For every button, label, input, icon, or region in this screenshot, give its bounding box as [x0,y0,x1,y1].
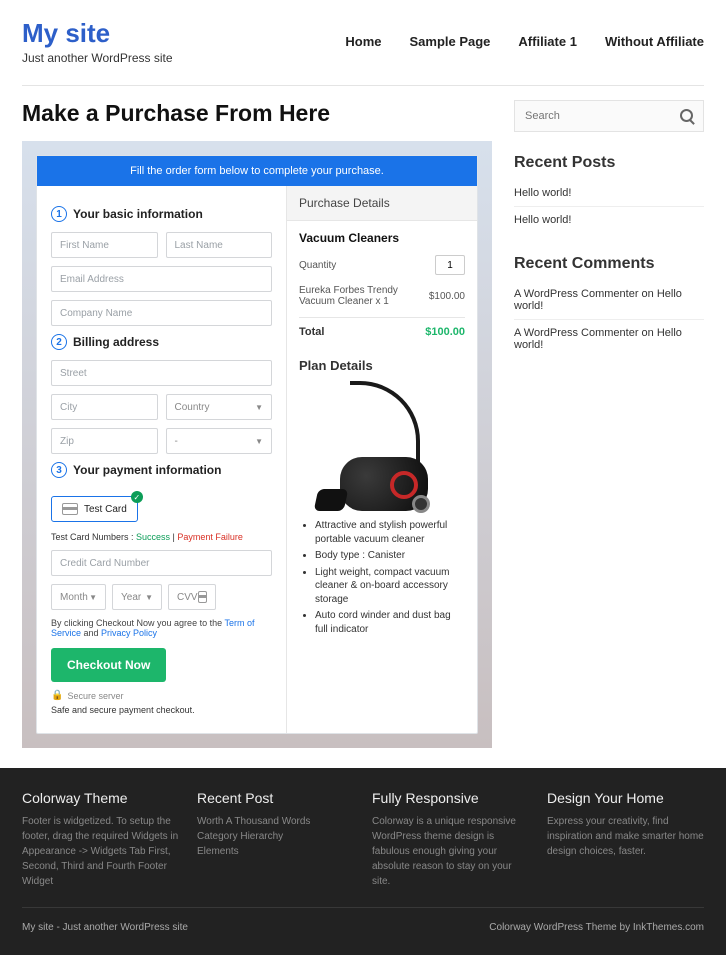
main-nav: Home Sample Page Affiliate 1 Without Aff… [345,34,704,49]
city-field[interactable] [51,394,158,420]
country-select[interactable]: Country▼ [166,394,273,420]
comment-link[interactable]: A WordPress Commenter on Hello world! [514,281,704,320]
chevron-down-icon: ▼ [255,403,263,412]
form-banner: Fill the order form below to complete yo… [37,156,477,186]
lock-icon: 🔒 [51,690,63,701]
checkout-form-wrap: Fill the order form below to complete yo… [22,141,492,748]
recent-posts-heading: Recent Posts [514,154,704,172]
line-item-price: $100.00 [429,291,465,302]
cc-number-field[interactable] [51,550,272,576]
footer-col4-heading: Design Your Home [547,790,704,806]
footer-right[interactable]: Colorway WordPress Theme by InkThemes.co… [489,922,704,933]
search-input[interactable] [525,110,680,122]
check-icon: ✓ [131,491,143,503]
vacuum-image [322,381,442,511]
footer-col3-heading: Fully Responsive [372,790,529,806]
terms-text: By clicking Checkout Now you agree to th… [51,618,272,638]
footer-link[interactable]: Worth A Thousand Words [197,814,354,829]
search-icon[interactable] [680,109,693,123]
purchase-group: Vacuum Cleaners [299,231,465,245]
page-title: Make a Purchase From Here [22,100,492,127]
footer-left: My site - Just another WordPress site [22,922,188,933]
state-select[interactable]: -▼ [166,428,273,454]
chevron-down-icon: ▼ [255,437,263,446]
plan-bullets: Attractive and stylish powerful portable… [287,515,477,647]
year-select[interactable]: Year▼ [112,584,162,610]
test-card-option[interactable]: Test Card ✓ [51,496,138,522]
qty-label: Quantity [299,260,336,271]
zip-field[interactable] [51,428,158,454]
card-icon [62,503,78,515]
footer-col4-text: Express your creativity, find inspiratio… [547,814,704,859]
step-2-label: Billing address [73,335,159,349]
qty-input[interactable] [435,255,465,275]
bullet: Auto cord winder and dust bag full indic… [315,609,459,636]
step-1-label: Your basic information [73,207,203,221]
success-link[interactable]: Success [136,532,170,542]
tagline: Just another WordPress site [22,51,173,65]
chevron-down-icon: ▼ [89,593,97,602]
footer-col1-heading: Colorway Theme [22,790,179,806]
footer-col2-heading: Recent Post [197,790,354,806]
bullet: Light weight, compact vacuum cleaner & o… [315,566,459,607]
failure-link[interactable]: Payment Failure [177,532,243,542]
cvv-field[interactable]: CVV [168,584,216,610]
comment-link[interactable]: A WordPress Commenter on Hello world! [514,320,704,358]
bullet: Attractive and stylish powerful portable… [315,519,459,546]
total-label: Total [299,326,324,338]
site-title[interactable]: My site [22,18,173,49]
email-field[interactable] [51,266,272,292]
plan-details-title: Plan Details [287,348,477,377]
company-field[interactable] [51,300,272,326]
recent-comments-heading: Recent Comments [514,255,704,273]
nav-no-affiliate[interactable]: Without Affiliate [605,34,704,49]
street-field[interactable] [51,360,272,386]
privacy-link[interactable]: Privacy Policy [101,628,157,638]
step-3-icon: 3 [51,462,67,478]
search-box[interactable] [514,100,704,132]
post-link[interactable]: Hello world! [514,207,704,233]
first-name-field[interactable] [51,232,158,258]
safe-label: Safe and secure payment checkout. [51,705,272,715]
purchase-details-header: Purchase Details [287,186,477,221]
nav-sample[interactable]: Sample Page [409,34,490,49]
post-link[interactable]: Hello world! [514,180,704,207]
total-value: $100.00 [425,326,465,338]
chevron-down-icon: ▼ [145,593,153,602]
checkout-button[interactable]: Checkout Now [51,648,166,682]
secure-label: Secure server [67,691,123,701]
test-card-hint: Test Card Numbers : Success | Payment Fa… [51,532,272,542]
step-1-icon: 1 [51,206,67,222]
step-2-icon: 2 [51,334,67,350]
card-icon [198,591,207,603]
month-select[interactable]: Month▼ [51,584,106,610]
step-3-label: Your payment information [73,463,221,477]
last-name-field[interactable] [166,232,273,258]
nav-home[interactable]: Home [345,34,381,49]
nav-affiliate[interactable]: Affiliate 1 [518,34,577,49]
bullet: Body type : Canister [315,549,459,563]
line-item-label: Eureka Forbes Trendy Vacuum Cleaner x 1 [299,285,409,307]
footer-link[interactable]: Category Hierarchy [197,829,354,844]
